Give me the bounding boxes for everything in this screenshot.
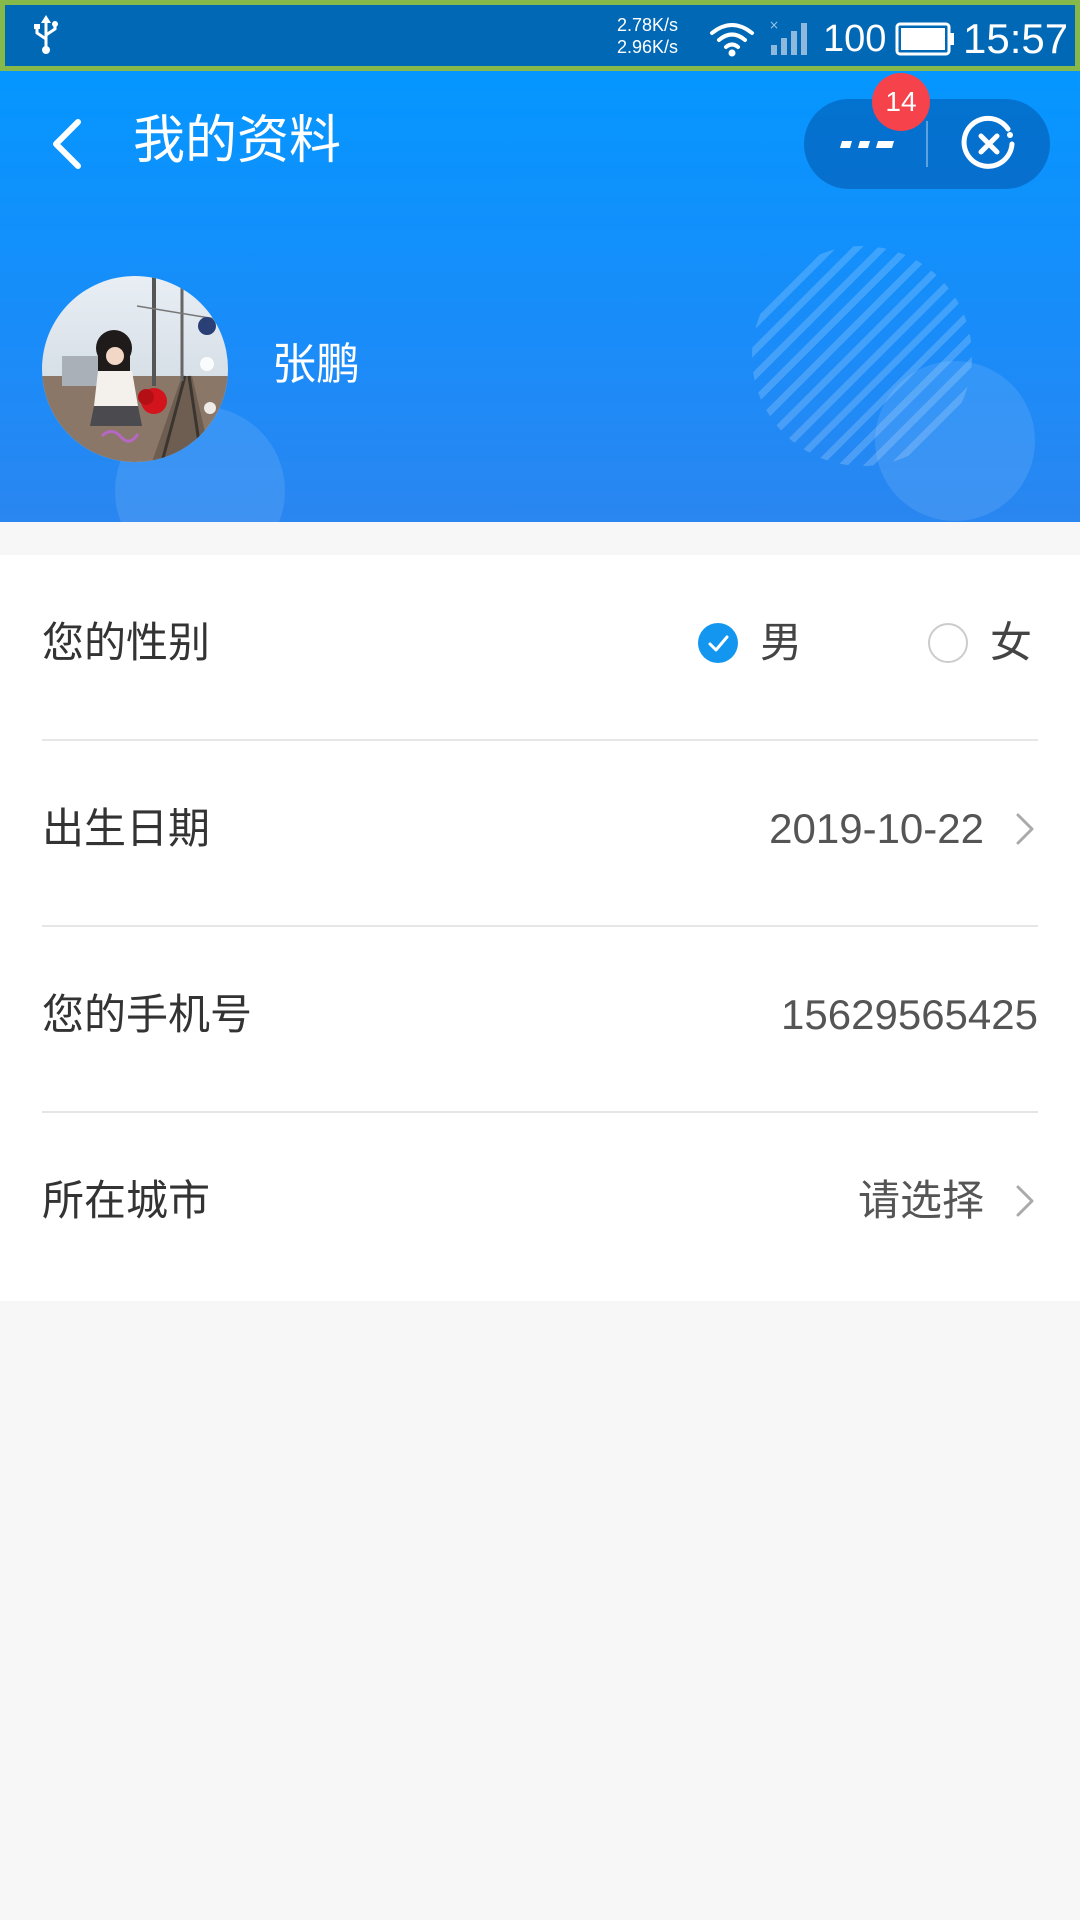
avatar[interactable] bbox=[42, 276, 228, 462]
upload-speed: 2.78K/s bbox=[617, 15, 679, 35]
city-row[interactable]: 所在城市 请选择 bbox=[42, 1113, 1038, 1299]
signal-icon: × bbox=[767, 18, 813, 63]
clock: 15:57 bbox=[963, 15, 1069, 62]
gender-option-male[interactable]: 男 bbox=[698, 615, 808, 671]
network-speed: 2.78K/s 2.96K/s bbox=[617, 14, 678, 58]
birth-date-label: 出生日期 bbox=[42, 804, 211, 853]
back-button[interactable] bbox=[38, 111, 98, 177]
gender-row: 您的性别 男 女 bbox=[42, 555, 1038, 741]
wifi-icon bbox=[708, 19, 756, 63]
radio-unchecked-icon bbox=[928, 623, 968, 663]
chevron-right-icon bbox=[1016, 1185, 1034, 1217]
page-title: 我的资料 bbox=[133, 111, 342, 171]
download-speed: 2.96K/s bbox=[617, 37, 679, 57]
close-mini-program-button[interactable] bbox=[928, 99, 1050, 189]
profile-form: 您的性别 男 女 出生日期 2019-10-22 您的手机号 156295654… bbox=[0, 555, 1080, 1301]
radio-checked-icon bbox=[698, 623, 738, 663]
svg-text:×: × bbox=[769, 19, 779, 32]
notification-badge: 14 bbox=[872, 73, 930, 131]
gender-label: 您的性别 bbox=[42, 618, 211, 667]
birth-date-value: 2019-10-22 bbox=[769, 805, 984, 852]
city-label: 所在城市 bbox=[42, 1176, 211, 1225]
gender-option-label: 男 bbox=[760, 618, 803, 667]
status-bar: 2.78K/s 2.96K/s × 100 15:57 bbox=[0, 0, 1080, 71]
birth-date-row[interactable]: 出生日期 2019-10-22 bbox=[42, 741, 1038, 927]
city-value: 请选择 bbox=[857, 1176, 984, 1225]
phone-label: 您的手机号 bbox=[42, 990, 253, 1039]
user-name: 张鹏 bbox=[272, 339, 360, 390]
battery-level: 100 bbox=[823, 18, 887, 60]
phone-value: 15629565425 bbox=[781, 991, 1038, 1038]
battery-icon bbox=[895, 22, 955, 60]
profile-header: 我的资料 14 张鹏 bbox=[0, 71, 1080, 522]
close-circle-icon bbox=[961, 115, 1015, 169]
chevron-right-icon bbox=[1016, 813, 1034, 845]
more-dots-icon bbox=[839, 141, 894, 148]
gender-option-label: 女 bbox=[990, 618, 1033, 667]
usb-icon bbox=[31, 15, 61, 59]
decorative-circle bbox=[875, 361, 1035, 521]
chevron-left-icon bbox=[53, 119, 81, 169]
phone-row: 您的手机号 15629565425 bbox=[42, 927, 1038, 1113]
gender-option-female[interactable]: 女 bbox=[928, 615, 1038, 671]
